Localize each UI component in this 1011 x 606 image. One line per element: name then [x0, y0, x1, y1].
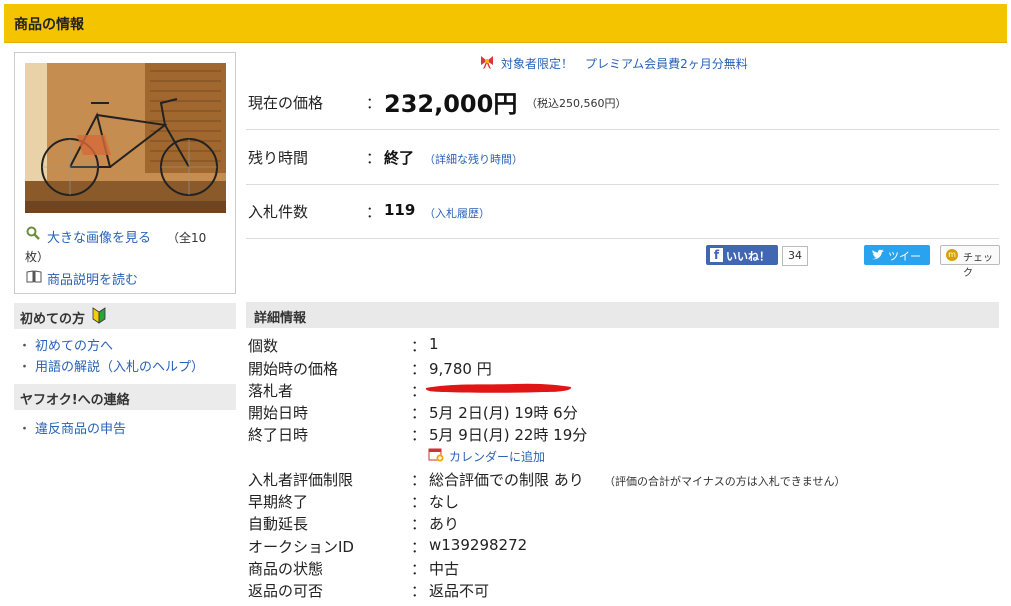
- detail-colon: ：: [411, 360, 427, 378]
- detail-label-auto-extend: 自動延長: [248, 515, 309, 533]
- mixi-icon: m: [946, 249, 958, 261]
- sidebar-item-glossary[interactable]: ・用語の解説（入札のヘルプ）: [18, 356, 204, 375]
- sidebar-item-beginner-guide[interactable]: ・初めての方へ: [18, 335, 113, 354]
- detail-label-end-date: 終了日時: [248, 426, 309, 444]
- twitter-bird-icon: [871, 249, 885, 264]
- detail-value-start-price: 9,780 円: [429, 360, 492, 378]
- detail-label-start-date: 開始日時: [248, 404, 309, 422]
- price-label: 現在の価格: [248, 94, 324, 112]
- detail-colon: ：: [411, 493, 427, 511]
- calendar-icon: [428, 446, 444, 466]
- bid-history-link[interactable]: （入札履歴）: [424, 205, 490, 221]
- detail-colon: ：: [411, 471, 427, 489]
- detail-value-auction-id: w139298272: [429, 536, 528, 554]
- image-panel: 大きな画像を見る （全10 枚） 商品説明を読む: [14, 52, 236, 294]
- detail-value-bidder-rating-limit: 総合評価での制限 あり: [429, 471, 584, 489]
- image-count-unit: 枚）: [25, 250, 50, 264]
- detail-label-returns: 返品の可否: [248, 582, 324, 600]
- magnifier-icon: [26, 225, 40, 244]
- item-photo[interactable]: [25, 63, 226, 213]
- beginner-mark-icon: [92, 307, 106, 328]
- time-left-colon: ：: [366, 149, 382, 167]
- mixi-check-button[interactable]: m チェック: [940, 245, 1000, 279]
- detail-label-bidder-rating-limit[interactable]: 入札者評価制限: [248, 469, 353, 490]
- price-colon: ：: [366, 94, 382, 112]
- detail-value-returns: 返品不可: [429, 582, 490, 600]
- facebook-like-button[interactable]: f いいね！: [706, 245, 778, 265]
- bid-count-label: 入札件数: [248, 203, 309, 221]
- bid-count-colon: ：: [366, 203, 382, 221]
- sidebar-item-report-violation[interactable]: ・違反商品の申告: [18, 418, 126, 437]
- detail-value-condition: 中古: [429, 560, 460, 578]
- detail-label-condition: 商品の状態: [248, 560, 324, 578]
- divider: [246, 238, 999, 239]
- sidebar-beginner-heading: 初めての方: [14, 303, 236, 329]
- price-tax-included: （税込250,560円）: [526, 97, 627, 110]
- time-left-value: 終了: [384, 149, 415, 167]
- add-to-calendar-link[interactable]: カレンダーに追加: [449, 448, 545, 465]
- detail-label-early-end: 早期終了: [248, 493, 309, 511]
- details-heading: 詳細情報: [246, 302, 999, 328]
- divider: [246, 184, 999, 185]
- detail-value-early-end: なし: [429, 493, 460, 511]
- image-count: （全10: [167, 231, 207, 245]
- section-header: 商品の情報: [4, 4, 1007, 43]
- detail-value-end-date: 5月 9日(月) 22時 19分: [429, 426, 588, 444]
- divider: [246, 129, 999, 130]
- section-title: 商品の情報: [14, 17, 84, 33]
- time-left-label: 残り時間: [248, 149, 309, 167]
- detail-note-bidder-rating-limit: （評価の合計がマイナスの方は入札できません）: [604, 475, 846, 488]
- facebook-icon: f: [710, 248, 723, 262]
- read-description-link[interactable]: 商品説明を読む: [47, 269, 138, 288]
- detail-value-auto-extend: あり: [429, 515, 460, 533]
- detail-value-quantity: 1: [429, 335, 439, 353]
- tweet-button[interactable]: ツイート: [864, 245, 930, 279]
- time-left-detail-link[interactable]: （詳細な残り時間）: [424, 151, 523, 167]
- ribbon-icon: [479, 54, 495, 74]
- detail-colon: ：: [411, 560, 427, 578]
- detail-label-quantity: 個数: [248, 337, 279, 355]
- sidebar-contact-heading: ヤフオク!への連絡: [14, 384, 236, 410]
- premium-promo-link[interactable]: 対象者限定！ プレミアム会員費2ヶ月分無料: [501, 55, 748, 72]
- view-large-image-link[interactable]: 大きな画像を見る: [47, 227, 151, 246]
- detail-colon: ：: [411, 538, 427, 556]
- detail-label-auction-id: オークションID: [248, 538, 354, 556]
- detail-colon: ：: [411, 426, 427, 444]
- current-price: 232,000円: [384, 90, 518, 118]
- detail-value-start-date: 5月 2日(月) 19時 6分: [429, 404, 578, 422]
- detail-colon: ：: [411, 582, 427, 600]
- bid-count-value: 119: [384, 201, 416, 219]
- winner-redaction: [424, 380, 574, 399]
- detail-colon: ：: [411, 337, 427, 355]
- detail-label-start-price: 開始時の価格: [248, 360, 339, 378]
- book-icon: [26, 268, 42, 287]
- like-count: 34: [782, 246, 808, 266]
- detail-colon: ：: [411, 515, 427, 533]
- detail-label-winner: 落札者: [248, 382, 294, 400]
- detail-colon: ：: [411, 404, 427, 422]
